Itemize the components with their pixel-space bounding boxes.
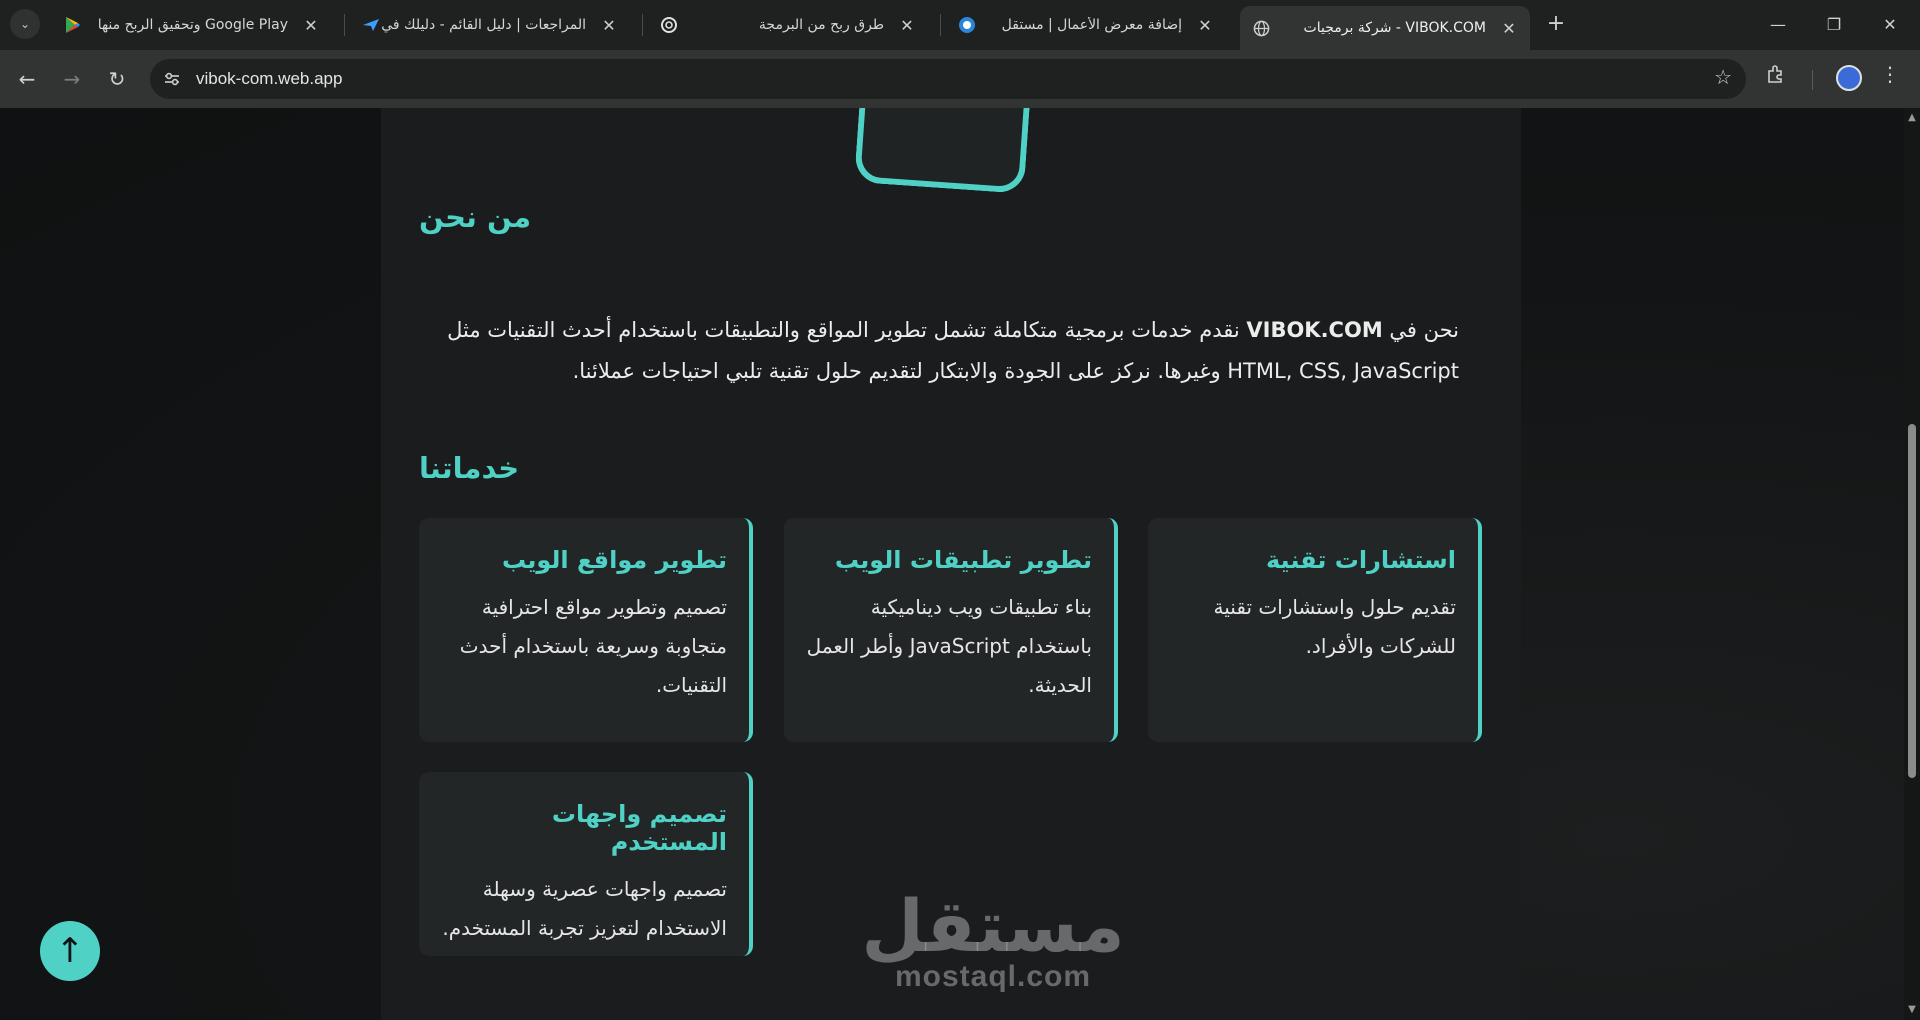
- kebab-menu-icon[interactable]: ⋮: [1880, 62, 1900, 86]
- close-icon[interactable]: ✕: [1196, 16, 1214, 35]
- globe-icon: [1252, 19, 1270, 37]
- logo-frame-decoration: [854, 108, 1032, 194]
- service-card-websites: تطوير مواقع الويب تصميم وتطوير مواقع احت…: [419, 518, 753, 742]
- tab-title: Google Play وتحقيق الربح منها: [97, 17, 288, 33]
- services-title: خدماتنا: [419, 451, 520, 485]
- service-card-title: تصميم واجهات المستخدم: [551, 800, 727, 856]
- service-card-title: تطوير تطبيقات الويب: [834, 546, 1092, 574]
- tab-separator: [940, 14, 941, 36]
- tab-reviews[interactable]: المراجعات | دليل القائم - دليلك في ✕: [350, 8, 630, 42]
- chevron-down-icon: ⌄: [19, 17, 31, 31]
- tab-mostaql-portfolio[interactable]: إضافة معرض الأعمال | مستقل ✕: [946, 8, 1226, 42]
- tab-title: المراجعات | دليل القائم - دليلك في: [381, 17, 586, 33]
- profile-avatar[interactable]: [1836, 65, 1862, 91]
- toolbar-divider: [1812, 70, 1813, 90]
- google-play-icon: [64, 16, 82, 34]
- page-viewport: من نحن نحن في VIBOK.COM نقدم خدمات برمجي…: [0, 108, 1904, 1020]
- tab-google-play[interactable]: Google Play وتحقيق الربح منها ✕: [52, 8, 332, 42]
- close-icon[interactable]: ✕: [898, 16, 916, 35]
- bird-logo-icon: [362, 16, 380, 34]
- service-card-desc: بناء تطبيقات ويب ديناميكية باستخدام Java…: [806, 595, 1092, 697]
- restore-icon[interactable]: ❐: [1806, 0, 1862, 48]
- tab-title: VIBOK.COM - شركة برمجيات: [1303, 20, 1486, 36]
- browser-toolbar: ← → ↻ vibok-com.web.app ☆ ⋮: [0, 50, 1920, 108]
- about-paragraph: نحن في VIBOK.COM نقدم خدمات برمجية متكام…: [419, 310, 1459, 392]
- new-tab-button[interactable]: +: [1543, 11, 1569, 37]
- extensions-icon[interactable]: [1766, 64, 1786, 89]
- service-card-title: تطوير مواقع الويب: [501, 546, 727, 574]
- close-icon[interactable]: ✕: [1500, 19, 1518, 38]
- tab-separator: [344, 14, 345, 36]
- tab-strip: ⌄ Google Play وتحقيق الربح منها ✕ المراج…: [0, 0, 1920, 50]
- service-card-ui-design: تصميم واجهات المستخدم تصميم واجهات عصرية…: [419, 772, 753, 956]
- scroll-down-arrow-icon[interactable]: ▼: [1906, 1004, 1918, 1016]
- tab-separator: [642, 14, 643, 36]
- service-card-web-apps: تطوير تطبيقات الويب بناء تطبيقات ويب دين…: [784, 518, 1118, 742]
- tab-search-button[interactable]: ⌄: [10, 9, 40, 39]
- tab-title: طرق ربح من البرمجة: [758, 17, 884, 33]
- mostaql-icon: [958, 16, 976, 34]
- address-bar[interactable]: vibok-com.web.app ☆: [150, 59, 1746, 99]
- watermark-arabic: مستقل: [861, 884, 1125, 968]
- site-info-icon[interactable]: [158, 65, 186, 93]
- bookmark-star-icon[interactable]: ☆: [1714, 65, 1732, 89]
- forward-arrow-icon[interactable]: →: [57, 64, 87, 94]
- back-arrow-icon[interactable]: ←: [12, 64, 42, 94]
- minimize-icon[interactable]: —: [1750, 0, 1806, 48]
- tab-title: إضافة معرض الأعمال | مستقل: [1001, 17, 1182, 33]
- service-card-consulting: استشارات تقنية تقديم حلول واستشارات تقني…: [1148, 518, 1482, 742]
- url-text[interactable]: vibok-com.web.app: [196, 69, 342, 89]
- brand-name: VIBOK.COM: [1246, 318, 1383, 342]
- tab-vibok-active[interactable]: VIBOK.COM - شركة برمجيات ✕: [1240, 6, 1530, 50]
- close-window-icon[interactable]: ✕: [1862, 0, 1918, 48]
- service-card-desc: تصميم وتطوير مواقع احترافية متجاوبة وسري…: [459, 595, 727, 697]
- close-icon[interactable]: ✕: [600, 16, 618, 35]
- tab-programming-profit[interactable]: طرق ربح من البرمجة ✕: [648, 8, 928, 42]
- about-prefix: نحن في: [1382, 318, 1459, 342]
- close-icon[interactable]: ✕: [302, 16, 320, 35]
- service-card-title: استشارات تقنية: [1265, 546, 1456, 574]
- reload-icon[interactable]: ↻: [102, 64, 132, 94]
- about-title: من نحن: [419, 200, 532, 234]
- service-card-desc: تقديم حلول واستشارات تقنية للشركات والأف…: [1213, 595, 1456, 658]
- scroll-up-arrow-icon[interactable]: ▲: [1906, 112, 1918, 124]
- mostaql-watermark: مستقل mostaql.com: [843, 886, 1143, 994]
- chatgpt-icon: [660, 16, 678, 34]
- service-card-desc: تصميم واجهات عصرية وسهلة الاستخدام لتعزي…: [442, 877, 727, 940]
- scroll-thumb[interactable]: [1908, 424, 1916, 778]
- page-scrollbar[interactable]: ▲ ▼: [1904, 108, 1920, 1020]
- back-to-top-button[interactable]: ↑: [40, 921, 100, 981]
